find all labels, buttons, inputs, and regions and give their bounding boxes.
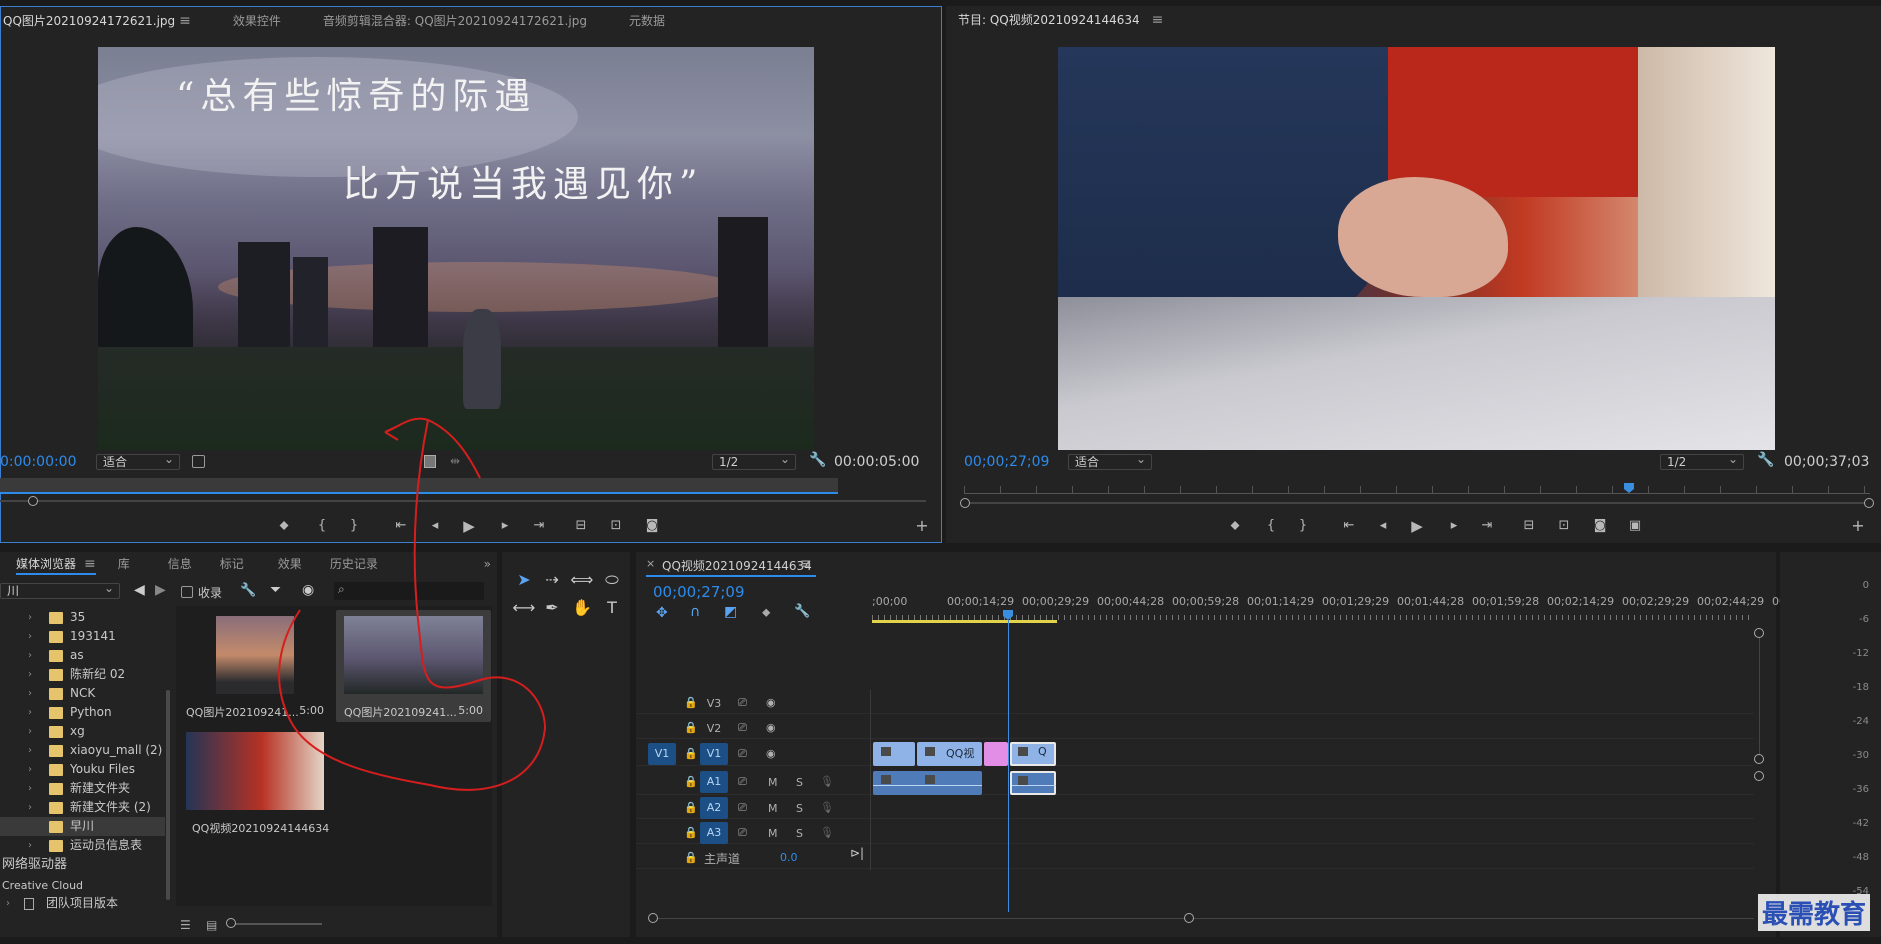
watermark-logo: 最需教育 bbox=[1758, 894, 1871, 931]
red-annotation-drawing bbox=[278, 417, 547, 791]
